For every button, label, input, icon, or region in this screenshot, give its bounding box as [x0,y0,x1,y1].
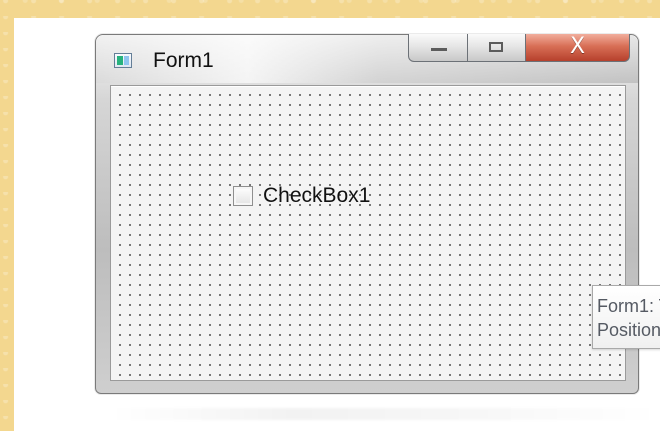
form-window: Form1 X CheckBox1 Form1: TF Positi [95,34,660,394]
close-button[interactable]: X [526,34,630,62]
form-client-area: CheckBox1 [110,85,626,381]
minimize-icon [431,48,447,51]
position-tooltip: Form1: TF Position: 2 [592,285,660,349]
checkbox-box[interactable] [233,186,253,206]
window-titlebar: Form1 X [96,34,638,83]
tooltip-line-2: Position: 2 [597,320,660,340]
maximize-button[interactable] [468,34,526,62]
checkbox-control[interactable]: CheckBox1 [233,184,370,208]
slide-background: Form1 X CheckBox1 Form1: TF Positi [0,0,660,431]
checkbox-label: CheckBox1 [263,184,371,207]
minimize-button[interactable] [408,34,468,62]
shadow-smudge [110,408,660,420]
window-title: Form1 [153,49,214,72]
close-icon: X [569,34,586,59]
app-icon [114,53,132,68]
window-controls: X [384,34,630,64]
maximize-icon [489,42,503,52]
tooltip-line-1: Form1: TF [597,296,660,316]
